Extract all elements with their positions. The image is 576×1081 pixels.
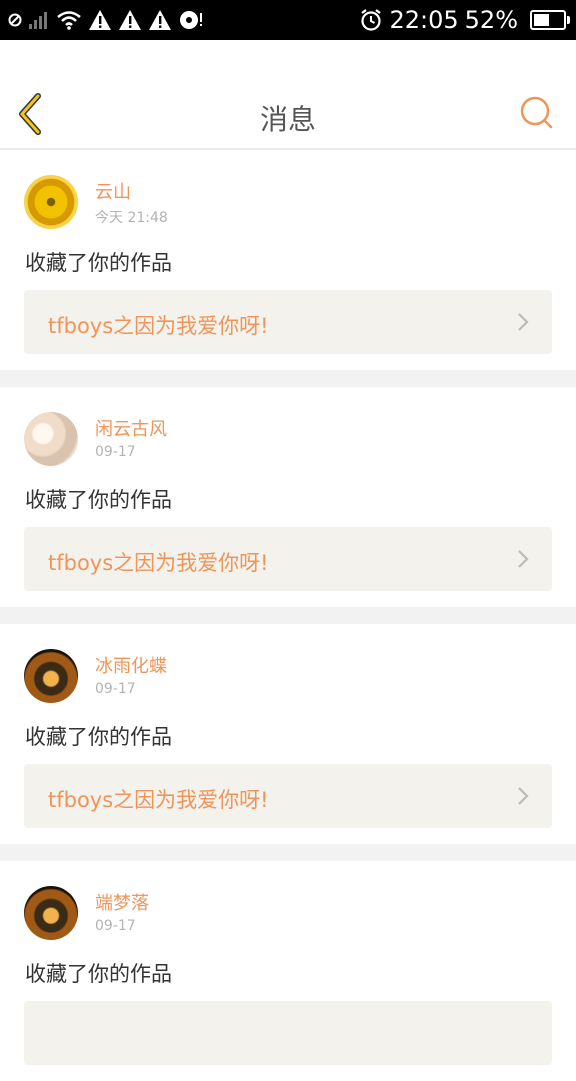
wifi-icon [57,11,81,30]
message-time: 09-17 [95,681,136,697]
message-time: 今天 21:48 [95,210,168,226]
message-action: 收藏了你的作品 [25,251,172,275]
status-time: 22:05 [389,6,459,34]
message-item: 云山 今天 21:48 收藏了你的作品 tfboys之因为我爱你呀! [0,150,576,370]
search-icon[interactable] [518,94,556,132]
signal-icon [29,12,47,29]
work-link[interactable]: tfboys之因为我爱你呀! [24,527,552,591]
disc-icon [180,11,202,29]
status-bar: 22:05 52% [0,0,576,40]
battery-percent: 52% [464,6,518,34]
user-name[interactable]: 闲云古风 [95,415,167,441]
work-link[interactable]: tfboys之因为我爱你呀! [24,290,552,354]
chevron-right-icon [518,550,529,568]
message-item: 冰雨化蝶 09-17 收藏了你的作品 tfboys之因为我爱你呀! [0,624,576,844]
message-action: 收藏了你的作品 [25,962,172,986]
chevron-right-icon [518,787,529,805]
divider [0,370,576,387]
avatar[interactable] [24,886,78,940]
work-title: tfboys之因为我爱你呀! [48,551,269,575]
top-nav-bar: 消息 [0,40,576,150]
avatar[interactable] [24,412,78,466]
message-item: 闲云古风 09-17 收藏了你的作品 tfboys之因为我爱你呀! [0,387,576,607]
status-icons-left [8,6,204,34]
avatar[interactable] [24,175,78,229]
alert-icon [89,10,111,30]
alert-icon [149,10,171,30]
page-title: 消息 [259,103,316,136]
divider [0,607,576,624]
battery-icon [530,10,570,30]
work-title: tfboys之因为我爱你呀! [48,314,269,338]
status-icons-right: 22:05 52% [359,4,570,36]
sync-icon [8,13,22,27]
work-title: tfboys之因为我爱你呀! [48,788,269,812]
work-link[interactable]: tfboys之因为我爱你呀! [24,764,552,828]
message-item: 端梦落 09-17 收藏了你的作品 [0,861,576,1081]
user-name[interactable]: 云山 [95,178,131,204]
alert-icon [119,10,141,30]
work-link[interactable] [24,1001,552,1065]
user-name[interactable]: 端梦落 [95,889,149,915]
chevron-right-icon [518,313,529,331]
message-list: 云山 今天 21:48 收藏了你的作品 tfboys之因为我爱你呀! 闲云古风 … [0,150,576,1081]
message-time: 09-17 [95,444,136,460]
message-time: 09-17 [95,918,136,934]
message-action: 收藏了你的作品 [25,725,172,749]
avatar[interactable] [24,649,78,703]
user-name[interactable]: 冰雨化蝶 [95,652,167,678]
divider [0,844,576,861]
battery-level [534,14,549,26]
message-action: 收藏了你的作品 [25,488,172,512]
alarm-icon [361,9,382,31]
